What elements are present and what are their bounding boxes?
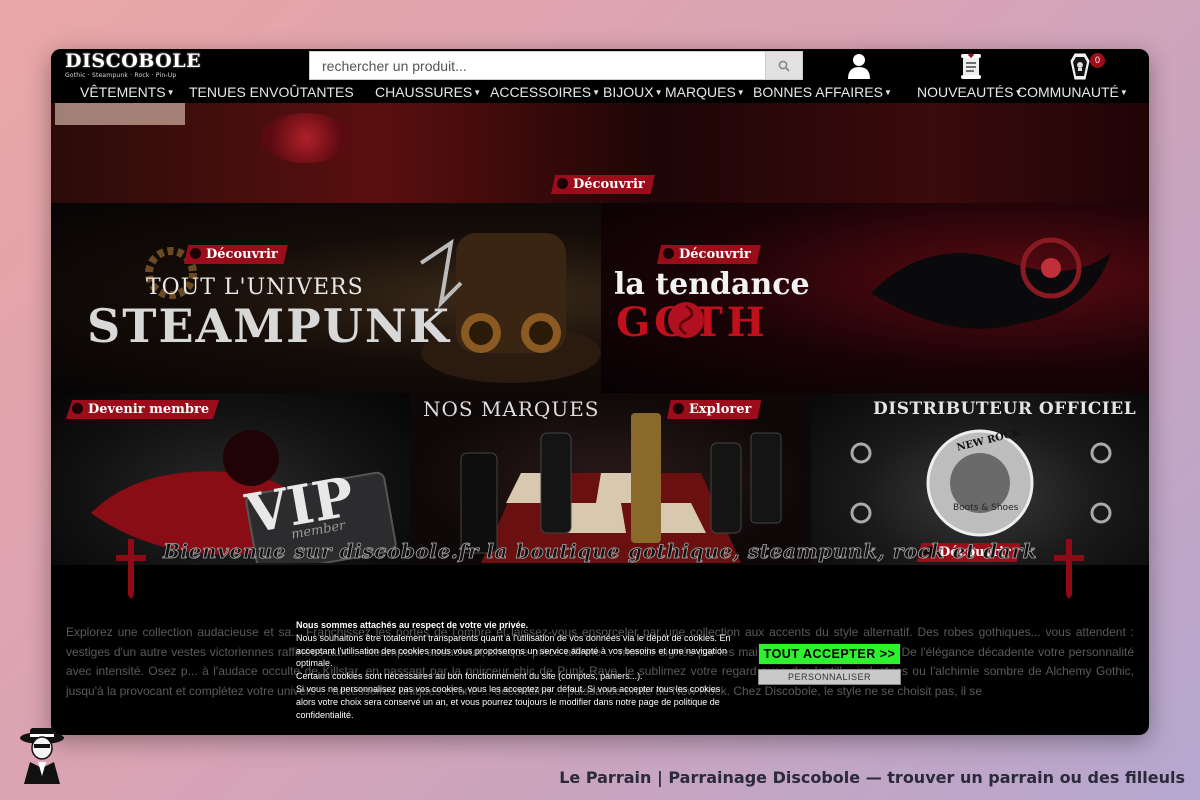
wishlist-scroll-icon[interactable] [958,52,984,80]
caret-down-icon: ▼ [473,88,482,98]
skull-icon [190,248,201,259]
goth-title-line1: la tendance [614,267,810,302]
site-logo[interactable]: DISCOBOLE Gothic · Steampunk · Rock · Pi… [65,50,202,81]
nav-item-vetements[interactable]: VÊTEMENTS▼ [80,83,175,102]
steampunk-discover-button[interactable]: Découvrir [184,245,288,264]
become-member-button[interactable]: Devenir membre [66,400,220,419]
steampunk-title-line2: STEAMPUNK [87,299,451,353]
cookie-line-1: Nous souhaitons être totalement transpar… [296,632,731,669]
nav-item-tenues-envoutantes[interactable]: TENUES ENVOÛTANTES [189,83,354,101]
nav-item-label: BONNES AFFAIRES [753,84,883,100]
button-label: Découvrir [679,247,751,262]
skull-icon [663,248,674,259]
nav-item-label: BIJOUX [603,84,654,100]
search-bar [309,51,803,80]
new-rock-logo-subtext: Boots & Shoes [953,503,1019,513]
search-icon [778,60,790,72]
goth-discover-button[interactable]: Découvrir [657,245,761,264]
distributor-title: DISTRIBUTEUR OFFICIEL [873,399,1137,419]
logo-subtitle: Gothic · Steampunk · Rock · Pin-Up [65,72,177,79]
skull-icon [72,403,83,414]
nav-item-nouveautes[interactable]: NOUVEAUTÉS▼ [917,83,1022,102]
caret-down-icon: ▼ [592,88,601,98]
browser-window: DISCOBOLE Gothic · Steampunk · Rock · Pi… [51,49,1149,735]
skull-icon [557,178,568,189]
logo-title: DISCOBOLE [65,50,202,72]
raven-image [871,237,1111,329]
brands-title: NOS MARQUES [423,397,600,421]
hero-banner-grid: Découvrir Découvrir TOUT L'UNIVERS STEAM… [51,103,1149,565]
top-discover-button[interactable]: Découvrir [551,175,655,194]
caret-down-icon: ▼ [736,88,745,98]
nav-item-label: TENUES ENVOÛTANTES [189,84,354,100]
search-button[interactable] [765,51,803,80]
steampunk-title-line1: TOUT L'UNIVERS [146,275,364,300]
nav-item-accessoires[interactable]: ACCESSOIRES▼ [490,83,600,102]
explore-brands-button[interactable]: Explorer [667,400,762,419]
caret-down-icon: ▼ [883,88,892,98]
caret-down-icon: ▼ [1119,88,1128,98]
cookie-line-3: Si vous ne personnalisez pas vos cookies… [296,683,721,720]
cart-coffin-icon[interactable] [1067,52,1093,80]
nav-item-communaute[interactable]: COMMUNAUTÉ▼ [1017,83,1128,102]
nav-item-label: ACCESSOIRES [490,84,592,100]
nav-item-bonnes-affaires[interactable]: BONNES AFFAIRES▼ [753,83,892,102]
fabric-image [55,103,185,125]
caret-down-icon: ▼ [166,88,175,98]
nav-item-label: COMMUNAUTÉ [1017,84,1119,100]
customize-cookies-button[interactable]: PERSONNALISER [758,669,901,685]
red-rose-image [261,113,351,163]
button-label: Découvrir [206,247,278,262]
cookie-title: Nous sommes attachés au respect de votre… [296,620,529,630]
cart-count-badge: 0 [1090,53,1105,68]
red-rose-icon [668,302,704,338]
accept-all-cookies-button[interactable]: TOUT ACCEPTER >> [758,643,901,665]
cookie-consent-text: Nous sommes attachés au respect de votre… [296,619,736,721]
nav-item-label: VÊTEMENTS [80,84,166,100]
steampunk-hat-image [419,233,601,383]
godfather-mascot-icon [20,728,64,784]
welcome-title: Bienvenue sur discobole.fr la boutique g… [162,539,1038,564]
search-input[interactable] [309,51,765,80]
main-navigation: VÊTEMENTS▼ TENUES ENVOÛTANTES CHAUSSURES… [51,83,1149,103]
page-caption: Le Parrain | Parrainage Discobole — trou… [559,768,1185,787]
skull-icon [673,403,684,414]
button-label: Explorer [689,402,752,417]
nav-item-bijoux[interactable]: BIJOUX▼ [603,83,663,102]
user-account-icon[interactable] [846,52,872,80]
button-label: Devenir membre [88,402,210,417]
nav-item-label: NOUVEAUTÉS [917,84,1014,100]
caret-down-icon: ▼ [654,88,663,98]
nav-item-marques[interactable]: MARQUES▼ [665,83,745,102]
button-label: Découvrir [573,177,645,192]
nav-item-label: CHAUSSURES [375,84,473,100]
site-header: DISCOBOLE Gothic · Steampunk · Rock · Pi… [51,49,1149,83]
nav-item-label: MARQUES [665,84,736,100]
cookie-line-2: Certains cookies sont nécessaires au bon… [296,671,643,682]
nav-item-chaussures[interactable]: CHAUSSURES▼ [375,83,481,102]
